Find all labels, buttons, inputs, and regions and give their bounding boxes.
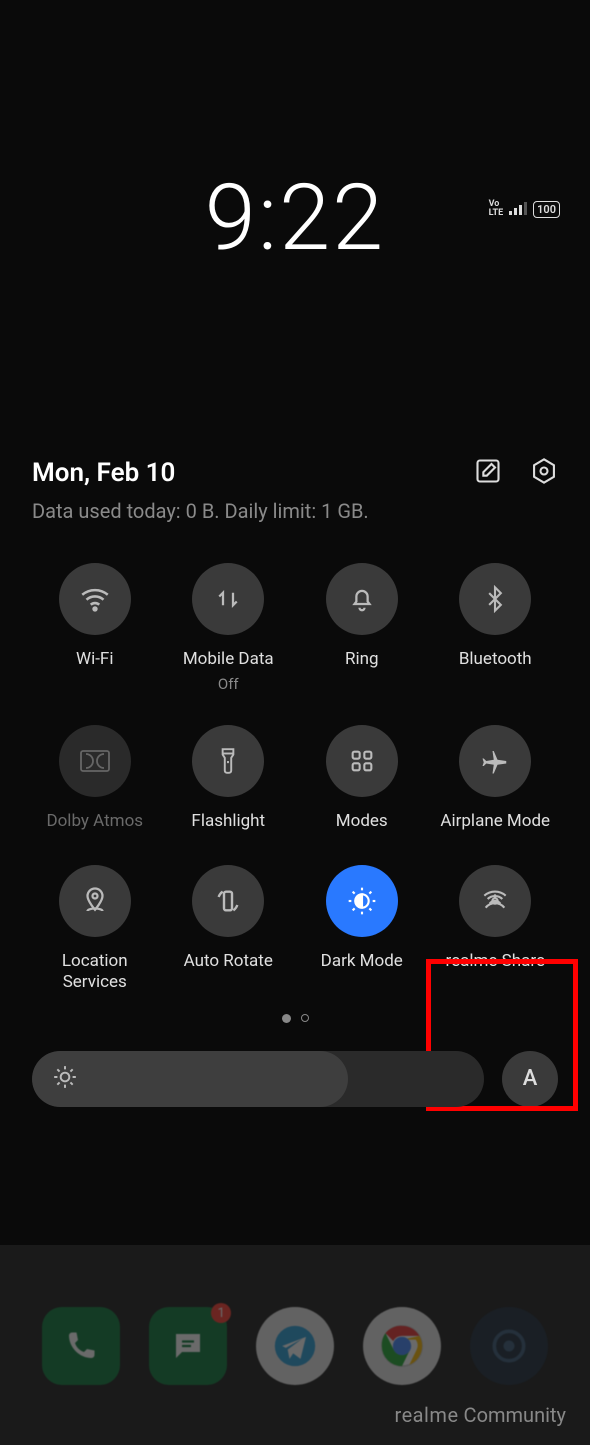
battery-icon: 100 — [533, 201, 560, 218]
tile-label: Flashlight — [191, 811, 265, 833]
tile-airplane[interactable]: Airplane Mode — [429, 725, 563, 833]
brightness-icon — [52, 1064, 78, 1094]
modes-icon — [326, 725, 398, 797]
tile-darkmode[interactable]: Dark Mode — [295, 865, 429, 994]
tile-modes[interactable]: Modes — [295, 725, 429, 833]
tile-mobile-data[interactable]: Mobile Data Off — [162, 563, 296, 693]
pager-dot — [301, 1014, 309, 1022]
airplane-icon — [459, 725, 531, 797]
mobile-data-icon — [192, 563, 264, 635]
darkmode-icon — [326, 865, 398, 937]
data-usage-text: Data used today: 0 B. Daily limit: 1 GB. — [0, 499, 590, 523]
tile-wifi[interactable]: Wi-Fi — [28, 563, 162, 693]
tile-label: Mobile Data — [183, 649, 274, 671]
settings-icon[interactable] — [530, 457, 558, 489]
location-icon — [59, 865, 131, 937]
messages-app-icon[interactable]: 1 — [149, 1307, 227, 1385]
badge: 1 — [211, 1303, 231, 1323]
tile-ring[interactable]: Ring — [295, 563, 429, 693]
brightness-row: A — [0, 1051, 590, 1107]
auto-brightness-button[interactable]: A — [502, 1051, 558, 1107]
clock: 9:22 — [0, 165, 590, 272]
tile-location[interactable]: Location Services — [28, 865, 162, 994]
date: Mon, Feb 10 — [32, 458, 474, 488]
home-dock: 1 — [0, 1307, 590, 1385]
tile-label: Ring — [345, 649, 379, 671]
edit-icon[interactable] — [474, 457, 502, 489]
tile-label: Dolby Atmos — [46, 811, 143, 833]
tile-label: Wi-Fi — [76, 649, 113, 671]
flashlight-icon — [192, 725, 264, 797]
tile-bluetooth[interactable]: Bluetooth — [429, 563, 563, 693]
pager — [0, 1014, 590, 1023]
tile-label: Bluetooth — [459, 649, 532, 671]
phone-app-icon[interactable] — [42, 1307, 120, 1385]
tile-sublabel: Off — [218, 675, 239, 693]
camera-app-icon[interactable] — [470, 1307, 548, 1385]
tile-flashlight[interactable]: Flashlight — [162, 725, 296, 833]
header-row: Mon, Feb 10 — [0, 457, 590, 489]
tile-realme-share[interactable]: realme Share — [429, 865, 563, 994]
brightness-slider[interactable] — [32, 1051, 484, 1107]
autorotate-icon — [192, 865, 264, 937]
dolby-icon — [59, 725, 131, 797]
tile-label: Airplane Mode — [440, 811, 550, 833]
tile-dolby[interactable]: Dolby Atmos — [28, 725, 162, 833]
bell-icon — [326, 563, 398, 635]
tile-label: Location Services — [62, 951, 128, 994]
quick-tiles-grid: Wi-Fi Mobile Data Off Ring Bluetooth Dol… — [0, 563, 590, 994]
volte-icon: Vo LTE — [489, 200, 504, 218]
watermark: realme Community — [394, 1403, 566, 1427]
tile-autorotate[interactable]: Auto Rotate — [162, 865, 296, 994]
share-icon — [459, 865, 531, 937]
wifi-icon — [59, 563, 131, 635]
pager-dot-active — [282, 1014, 291, 1023]
status-bar: Vo LTE 100 — [489, 200, 560, 218]
tile-label: Modes — [336, 811, 388, 833]
tile-label: Auto Rotate — [184, 951, 273, 973]
signal-icon — [509, 201, 527, 218]
telegram-app-icon[interactable] — [256, 1307, 334, 1385]
tile-label: realme Share — [446, 951, 545, 973]
bluetooth-icon — [459, 563, 531, 635]
chrome-app-icon[interactable] — [363, 1307, 441, 1385]
tile-label: Dark Mode — [321, 951, 403, 973]
